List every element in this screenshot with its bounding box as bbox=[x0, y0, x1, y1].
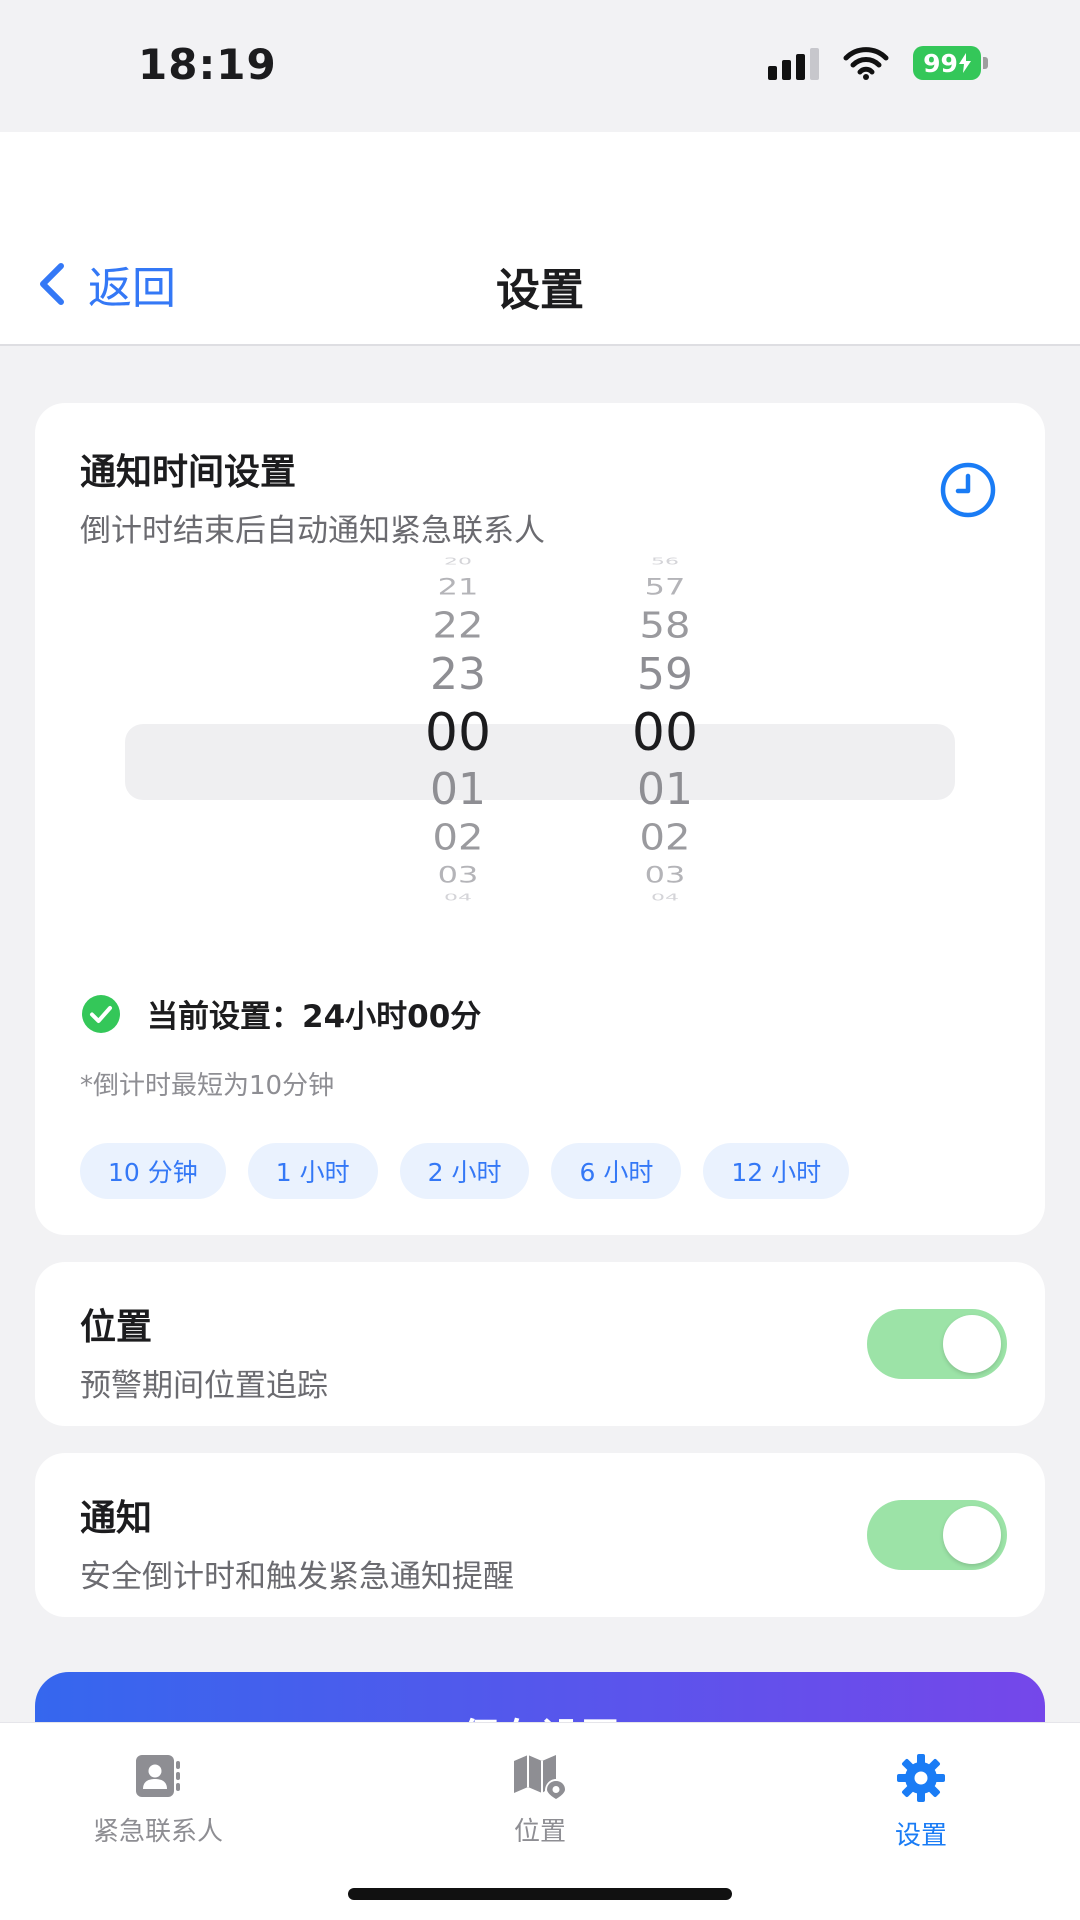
minute-option[interactable]: 04 bbox=[595, 893, 735, 903]
status-bar: 18:19 99 bbox=[0, 0, 1080, 132]
clock-icon bbox=[940, 462, 996, 518]
minute-option[interactable]: 03 bbox=[595, 864, 735, 886]
preset-chip-10min[interactable]: 10 分钟 bbox=[80, 1143, 226, 1199]
status-time: 18:19 bbox=[138, 40, 277, 89]
wifi-icon bbox=[843, 47, 889, 80]
picker-selection-highlight bbox=[125, 724, 955, 800]
gear-icon bbox=[897, 1754, 945, 1802]
notification-toggle[interactable] bbox=[867, 1500, 1007, 1570]
tab-emergency-contacts[interactable]: 紧急联系人 bbox=[28, 1753, 288, 1848]
preset-chips: 10 分钟 1 小时 2 小时 6 小时 12 小时 bbox=[80, 1143, 850, 1199]
battery-tip bbox=[983, 57, 988, 69]
minute-option[interactable]: 01 bbox=[595, 768, 735, 812]
tab-label: 紧急联系人 bbox=[92, 1817, 223, 1847]
tab-label: 设置 bbox=[894, 1821, 947, 1851]
preset-chip-1h[interactable]: 1 小时 bbox=[247, 1143, 378, 1199]
hour-option[interactable]: 03 bbox=[388, 864, 528, 886]
hour-option[interactable]: 01 bbox=[388, 768, 528, 812]
notification-title: 通知 bbox=[80, 1498, 153, 1539]
toggle-knob bbox=[943, 1315, 1001, 1373]
tab-label: 位置 bbox=[513, 1817, 566, 1847]
current-setting-label: 当前设置： bbox=[147, 999, 302, 1035]
tab-location[interactable]: 位置 bbox=[410, 1753, 670, 1848]
location-card: 位置 预警期间位置追踪 bbox=[35, 1262, 1045, 1426]
hour-option[interactable]: 04 bbox=[388, 893, 528, 903]
charging-bolt-icon bbox=[958, 53, 971, 73]
settings-screen: 18:19 99 返回 设置 通知时间设置 倒计时结束后自动通知紧急联系人 20… bbox=[0, 0, 1080, 1920]
contact-book-icon bbox=[136, 1755, 180, 1797]
current-setting-row: 当前设置：24小时00分 bbox=[81, 991, 481, 1036]
cellular-signal-icon bbox=[768, 46, 819, 80]
hour-wheel[interactable]: 20 21 22 23 00 01 02 03 04 bbox=[388, 557, 528, 961]
tab-settings[interactable]: 设置 bbox=[791, 1753, 1051, 1852]
check-circle-icon bbox=[82, 994, 120, 1033]
time-picker[interactable]: 20 21 22 23 00 01 02 03 04 56 57 58 59 0… bbox=[35, 557, 1045, 961]
hour-selected[interactable]: 00 bbox=[388, 707, 528, 759]
minimum-duration-note: *倒计时最短为10分钟 bbox=[80, 1071, 335, 1101]
hour-option[interactable]: 02 bbox=[388, 820, 528, 856]
page-title: 设置 bbox=[496, 265, 584, 316]
timer-card-header: 通知时间设置 倒计时结束后自动通知紧急联系人 bbox=[80, 443, 545, 550]
minute-option[interactable]: 56 bbox=[595, 557, 735, 567]
minute-wheel[interactable]: 56 57 58 59 00 01 02 03 04 bbox=[595, 557, 735, 961]
minute-option[interactable]: 02 bbox=[595, 820, 735, 856]
preset-chip-6h[interactable]: 6 小时 bbox=[551, 1143, 682, 1199]
hour-option[interactable]: 21 bbox=[388, 576, 528, 598]
minute-option[interactable]: 59 bbox=[595, 653, 735, 697]
timer-card-subtitle: 倒计时结束后自动通知紧急联系人 bbox=[80, 513, 545, 549]
map-pin-icon bbox=[514, 1755, 565, 1799]
hour-option[interactable]: 23 bbox=[388, 653, 528, 697]
minute-option[interactable]: 57 bbox=[595, 576, 735, 598]
battery-indicator: 99 bbox=[913, 46, 988, 80]
notification-subtitle: 安全倒计时和触发紧急通知提醒 bbox=[80, 1559, 514, 1595]
current-setting-value: 24小时00分 bbox=[302, 999, 482, 1035]
location-subtitle: 预警期间位置追踪 bbox=[80, 1368, 328, 1404]
hour-option[interactable]: 22 bbox=[388, 608, 528, 644]
status-indicators: 99 bbox=[768, 46, 988, 80]
preset-chip-2h[interactable]: 2 小时 bbox=[399, 1143, 530, 1199]
home-indicator bbox=[348, 1888, 732, 1900]
preset-chip-12h[interactable]: 12 小时 bbox=[703, 1143, 850, 1199]
hour-option[interactable]: 20 bbox=[388, 557, 528, 567]
timer-card-title: 通知时间设置 bbox=[80, 452, 297, 493]
minute-option[interactable]: 58 bbox=[595, 608, 735, 644]
battery-level: 99 bbox=[913, 46, 981, 80]
location-title: 位置 bbox=[80, 1307, 153, 1348]
notification-time-card: 通知时间设置 倒计时结束后自动通知紧急联系人 20 21 22 23 00 01… bbox=[35, 403, 1045, 1235]
notification-card: 通知 安全倒计时和触发紧急通知提醒 bbox=[35, 1453, 1045, 1617]
navigation-bar: 返回 设置 bbox=[0, 132, 1080, 346]
location-toggle[interactable] bbox=[867, 1309, 1007, 1379]
toggle-knob bbox=[943, 1506, 1001, 1564]
minute-selected[interactable]: 00 bbox=[595, 707, 735, 759]
